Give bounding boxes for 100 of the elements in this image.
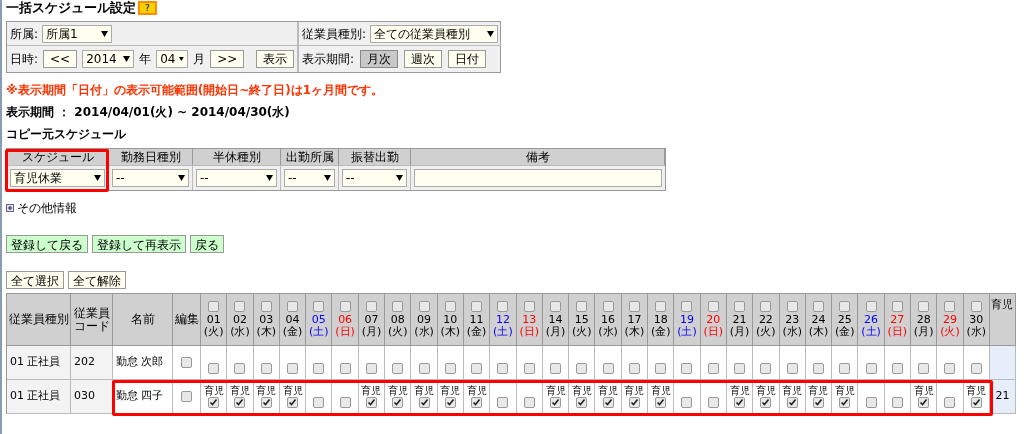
checkbox[interactable]: [523, 363, 535, 374]
checkbox[interactable]: [970, 397, 982, 408]
year-select[interactable]: 2014: [82, 50, 135, 68]
checkbox[interactable]: [655, 301, 667, 312]
expand-icon[interactable]: [6, 204, 14, 212]
checkbox[interactable]: [918, 301, 930, 312]
checkbox[interactable]: [339, 363, 351, 374]
checkbox[interactable]: [970, 363, 982, 374]
help-button[interactable]: ?: [138, 1, 157, 15]
checkbox[interactable]: [365, 397, 377, 408]
checkbox[interactable]: [181, 391, 192, 402]
month-select[interactable]: 04: [156, 50, 189, 68]
checkbox[interactable]: [839, 301, 851, 312]
checkbox[interactable]: [234, 363, 246, 374]
checkbox[interactable]: [891, 363, 903, 374]
checkbox[interactable]: [208, 397, 220, 408]
checkbox[interactable]: [365, 301, 377, 312]
checkbox[interactable]: [208, 363, 220, 374]
checkbox[interactable]: [550, 301, 561, 312]
schedule-select[interactable]: --: [342, 169, 407, 187]
checkbox[interactable]: [760, 397, 772, 408]
action-button[interactable]: 登録して戻る: [6, 235, 88, 253]
checkbox[interactable]: [760, 363, 772, 374]
checkbox[interactable]: [287, 301, 299, 312]
checkbox[interactable]: [681, 301, 693, 312]
checkbox[interactable]: [365, 363, 377, 374]
checkbox[interactable]: [812, 397, 824, 408]
checkbox[interactable]: [523, 301, 535, 312]
checkbox[interactable]: [760, 301, 772, 312]
checkbox[interactable]: [576, 301, 588, 312]
select-button[interactable]: 全て解除: [68, 271, 126, 289]
checkbox[interactable]: [786, 301, 798, 312]
checkbox[interactable]: [444, 397, 456, 408]
checkbox[interactable]: [313, 363, 325, 374]
checkbox[interactable]: [418, 363, 430, 374]
checkbox[interactable]: [891, 397, 903, 408]
checkbox[interactable]: [313, 397, 325, 408]
checkbox[interactable]: [497, 397, 509, 408]
checkbox[interactable]: [260, 363, 272, 374]
checkbox[interactable]: [602, 301, 614, 312]
checkbox[interactable]: [734, 363, 746, 374]
checkbox[interactable]: [628, 301, 640, 312]
checkbox[interactable]: [707, 397, 719, 408]
checkbox[interactable]: [944, 397, 956, 408]
checkbox[interactable]: [260, 397, 272, 408]
checkbox[interactable]: [471, 363, 483, 374]
checkbox[interactable]: [392, 301, 404, 312]
checkbox[interactable]: [418, 397, 430, 408]
checkbox[interactable]: [418, 301, 430, 312]
period-tab[interactable]: 日付: [448, 50, 487, 68]
schedule-select[interactable]: --: [284, 169, 335, 187]
checkbox[interactable]: [576, 397, 588, 408]
checkbox[interactable]: [707, 301, 719, 312]
checkbox[interactable]: [628, 363, 640, 374]
checkbox[interactable]: [865, 301, 877, 312]
checkbox[interactable]: [812, 363, 824, 374]
checkbox[interactable]: [602, 363, 614, 374]
previous-button[interactable]: <<: [43, 50, 78, 68]
checkbox[interactable]: [444, 363, 456, 374]
schedule-select[interactable]: 育児休業: [10, 169, 105, 187]
checkbox[interactable]: [471, 301, 483, 312]
checkbox[interactable]: [444, 301, 456, 312]
checkbox[interactable]: [208, 301, 220, 312]
checkbox[interactable]: [234, 397, 246, 408]
checkbox[interactable]: [944, 363, 956, 374]
checkbox[interactable]: [707, 363, 719, 374]
checkbox[interactable]: [839, 363, 851, 374]
checkbox[interactable]: [655, 363, 667, 374]
period-tab[interactable]: 月次: [360, 50, 399, 68]
checkbox[interactable]: [550, 363, 561, 374]
other-info-toggle[interactable]: その他情報: [17, 199, 77, 217]
show-button[interactable]: 表示: [256, 50, 294, 68]
action-button[interactable]: 戻る: [190, 235, 224, 253]
checkbox[interactable]: [786, 363, 798, 374]
period-tab[interactable]: 週次: [404, 50, 443, 68]
checkbox[interactable]: [287, 363, 299, 374]
checkbox[interactable]: [260, 301, 272, 312]
checkbox[interactable]: [812, 301, 824, 312]
checkbox[interactable]: [865, 397, 877, 408]
department-select[interactable]: 所属1: [42, 24, 113, 43]
remarks-field[interactable]: [414, 169, 662, 187]
checkbox[interactable]: [865, 363, 877, 374]
employee-type-select[interactable]: 全ての従業員種別: [370, 24, 499, 43]
checkbox[interactable]: [313, 301, 325, 312]
action-button[interactable]: 登録して再表示: [92, 235, 186, 253]
checkbox[interactable]: [287, 397, 299, 408]
checkbox[interactable]: [523, 397, 535, 408]
checkbox[interactable]: [891, 301, 903, 312]
checkbox[interactable]: [234, 301, 246, 312]
checkbox[interactable]: [339, 397, 351, 408]
checkbox[interactable]: [970, 301, 982, 312]
checkbox[interactable]: [786, 397, 798, 408]
checkbox[interactable]: [576, 363, 588, 374]
checkbox[interactable]: [681, 363, 693, 374]
checkbox[interactable]: [392, 397, 404, 408]
checkbox[interactable]: [339, 301, 351, 312]
checkbox[interactable]: [628, 397, 640, 408]
checkbox[interactable]: [944, 301, 956, 312]
select-button[interactable]: 全て選択: [6, 271, 64, 289]
checkbox[interactable]: [918, 363, 930, 374]
